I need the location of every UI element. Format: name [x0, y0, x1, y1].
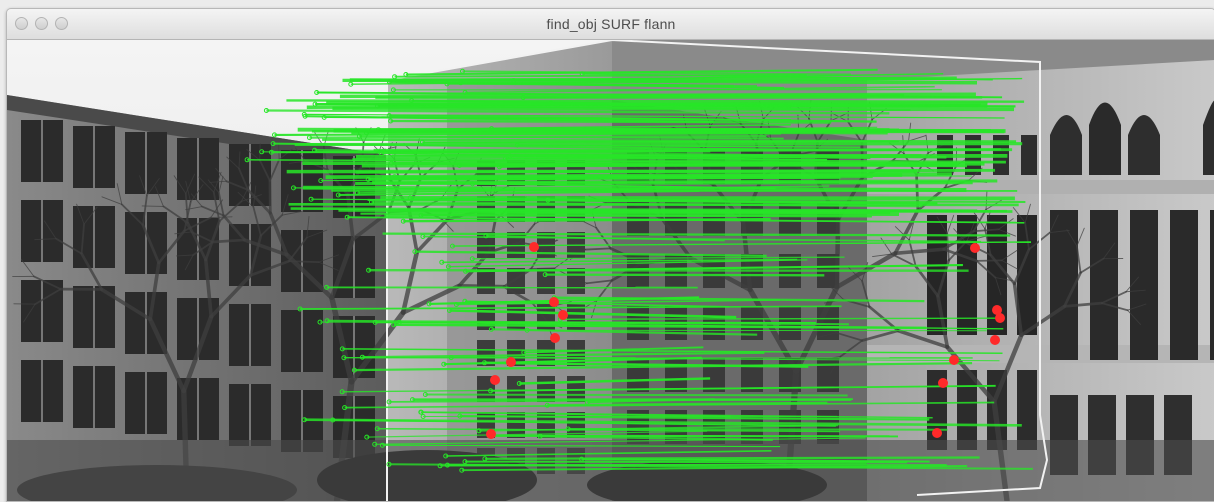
window-title: find_obj SURF flann	[7, 16, 1214, 32]
app-window: find_obj SURF flann	[6, 8, 1214, 502]
image-viewport	[7, 40, 1214, 501]
title-bar[interactable]: find_obj SURF flann	[7, 9, 1214, 40]
match-image	[7, 40, 1214, 501]
ground	[7, 440, 1214, 501]
